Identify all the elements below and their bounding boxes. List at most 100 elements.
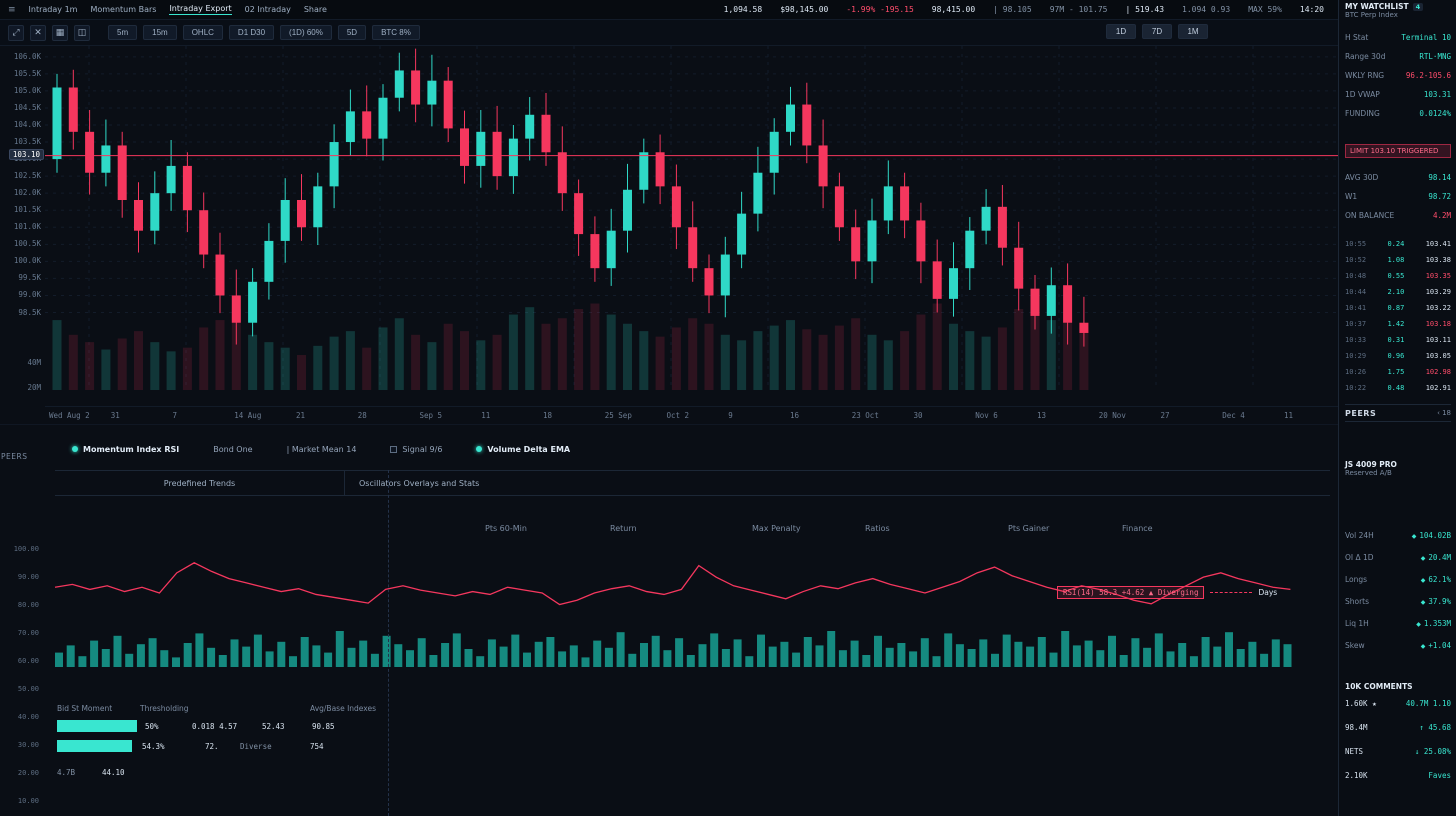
metric-row-0[interactable]: Vol 24H◆104.02B: [1345, 524, 1451, 546]
price-axis[interactable]: 106.0K105.5K105.0K104.5K104.0K103.5K103.…: [0, 46, 45, 408]
tape-row-8[interactable]: 10:261.75102.98: [1345, 364, 1451, 380]
menu-item-0[interactable]: Intraday 1m: [29, 5, 78, 14]
tape-row-1[interactable]: 10:521.08103.38: [1345, 252, 1451, 268]
time-label: 13: [1037, 411, 1046, 420]
tape-price: 103.18: [1426, 320, 1451, 328]
stat-mid-value: 98.72: [1428, 192, 1451, 201]
subtab-oscillators[interactable]: Oscillators Overlays and Stats: [345, 471, 479, 495]
toolbar-button-4[interactable]: (1D) 60%: [280, 25, 332, 40]
column-header-0[interactable]: Pts 60-Min: [485, 524, 527, 533]
metric-label: Longs: [1345, 575, 1367, 584]
toolbar-button-5[interactable]: 5D: [338, 25, 366, 40]
menu-item-4[interactable]: Share: [304, 5, 327, 14]
stat-top-row-2[interactable]: WKLY RNG96.2-105.6: [1345, 66, 1451, 85]
table-cell: 72.: [205, 742, 219, 751]
metric-label: Shorts: [1345, 597, 1369, 606]
table-highlight-cell: [57, 740, 132, 752]
tape-row-9[interactable]: 10:220.48102.91: [1345, 380, 1451, 396]
peers-header[interactable]: PEERS ‹ 18: [1345, 404, 1451, 422]
stat-top-row-3[interactable]: 1D VWAP 103.31: [1345, 85, 1451, 104]
metric-row-2[interactable]: Longs◆62.1%: [1345, 568, 1451, 590]
column-header-1[interactable]: Return: [610, 524, 637, 533]
topbar-stat-2: -1.99% -195.15: [846, 5, 913, 14]
close-icon[interactable]: ✕: [30, 25, 46, 41]
tape-row-7[interactable]: 10:290.96103.05: [1345, 348, 1451, 364]
menu-item-3[interactable]: 02 Intraday: [245, 5, 291, 14]
menu-icon[interactable]: ≡: [8, 5, 16, 15]
toolbar-button-3[interactable]: D1 D30: [229, 25, 274, 40]
stat-mid-row-0[interactable]: AVG 30D98.14: [1345, 168, 1451, 187]
menu-item-2[interactable]: Intraday Export: [169, 4, 231, 15]
layout-icon[interactable]: ◫: [74, 25, 90, 41]
stat-top-label: WKLY RNG: [1345, 71, 1384, 80]
toolbar-button-1[interactable]: 15m: [143, 25, 177, 40]
table-header-2: Avg/Base Indexes: [310, 704, 376, 713]
legend-item-2[interactable]: | Market Mean 14: [287, 445, 357, 454]
metric-row-1[interactable]: OI Δ 1D◆20.4M: [1345, 546, 1451, 568]
risk-title: JS 4009 PRO: [1345, 460, 1451, 469]
tape-row-3[interactable]: 10:442.10103.29: [1345, 284, 1451, 300]
rsi-annotation-box[interactable]: RSI(14) 58.3 +4.62 ▲ Diverging: [1057, 586, 1204, 599]
comment-row-3[interactable]: 2.10KFaves: [1345, 763, 1451, 787]
range-button-1d[interactable]: 1D: [1106, 24, 1136, 39]
legend-dot-icon: [476, 446, 482, 452]
legend-item-1[interactable]: Bond One: [213, 445, 252, 454]
metric-row-3[interactable]: Shorts ◆37.9%: [1345, 590, 1451, 612]
tape-price: 103.35: [1426, 272, 1451, 280]
metric-value: 20.4M: [1428, 553, 1451, 562]
menu-item-1[interactable]: Momentum Bars: [90, 5, 156, 14]
range-button-7d[interactable]: 7D: [1142, 24, 1172, 39]
legend-item-3[interactable]: Signal 9/6: [390, 445, 442, 454]
comment-row-0[interactable]: 1.60K ★40.7M 1.10: [1345, 691, 1451, 715]
fullscreen-icon[interactable]: ⤢: [8, 25, 24, 41]
metric-row-5[interactable]: Skew◆+1.04: [1345, 634, 1451, 656]
toolbar-button-0[interactable]: 5m: [108, 25, 137, 40]
tape-row-4[interactable]: 10:410.87103.22: [1345, 300, 1451, 316]
range-buttons: 1D 7D 1M: [1106, 24, 1208, 39]
column-header-4[interactable]: Pts Gainer: [1008, 524, 1049, 533]
alert-row[interactable]: LIMIT 103.10 TRIGGERED: [1345, 144, 1451, 158]
stat-top-row-0[interactable]: H StatTerminal 10: [1345, 28, 1451, 47]
stat-top-row-1[interactable]: Range 30dRTL·MNG: [1345, 47, 1451, 66]
comment-left: 1.60K ★: [1345, 699, 1377, 708]
time-label: 7: [173, 411, 178, 420]
legend-label: Momentum Index RSI: [83, 445, 179, 454]
range-button-1m[interactable]: 1M: [1178, 24, 1208, 39]
candlestick-chart[interactable]: [45, 46, 1338, 406]
tape-row-2[interactable]: 10:480.55103.35: [1345, 268, 1451, 284]
stat-top-row-4[interactable]: FUNDING0.0124%: [1345, 104, 1451, 123]
grid-icon[interactable]: ▦: [52, 25, 68, 41]
stat-mid-row-2[interactable]: ON BALANCE4.2M: [1345, 206, 1451, 225]
tape-row-5[interactable]: 10:371.42103.18: [1345, 316, 1451, 332]
column-header-3[interactable]: Ratios: [865, 524, 890, 533]
osc-tick-label: 50.00: [18, 685, 39, 693]
comment-row-1[interactable]: 98.4M↑ 45.68: [1345, 715, 1451, 739]
oscillator-chart[interactable]: [45, 545, 1338, 670]
chart-toolbar: ⤢ ✕ ▦ ◫ 5m 15m OHLC D1 D30 (1D) 60% 5D BTC 8% 1D 7…: [0, 20, 1338, 46]
diamond-icon: ◆: [1421, 577, 1426, 584]
price-tick-label: 106.0K: [14, 52, 41, 61]
stat-top-value: 103.31: [1424, 90, 1451, 99]
legend-checkbox[interactable]: [390, 446, 397, 453]
comment-row-2[interactable]: NETS↓ 25.08%: [1345, 739, 1451, 763]
toolbar-button-6[interactable]: BTC 8%: [372, 25, 420, 40]
subtab-predefined-trends[interactable]: Predefined Trends: [55, 471, 345, 495]
legend-item-0[interactable]: Momentum Index RSI: [72, 445, 179, 454]
metric-row-4[interactable]: Liq 1H◆1.353M: [1345, 612, 1451, 634]
tape-row-6[interactable]: 10:330.31103.11: [1345, 332, 1451, 348]
toolbar-button-2[interactable]: OHLC: [183, 25, 223, 40]
tape-row-0[interactable]: 10:550.24103.41: [1345, 236, 1451, 252]
metric-value-group: ◆37.9%: [1421, 597, 1451, 606]
column-header-5[interactable]: Finance: [1122, 524, 1153, 533]
time-label: Oct 2: [667, 411, 690, 420]
metric-label: Vol 24H: [1345, 531, 1374, 540]
stat-mid-row-1[interactable]: W198.72: [1345, 187, 1451, 206]
time-axis[interactable]: Wed Aug 231714 Aug2128Sep 5111825 SepOct…: [45, 406, 1338, 424]
comment-left: 2.10K: [1345, 771, 1368, 780]
legend-item-4[interactable]: Volume Delta EMA: [476, 445, 570, 454]
column-header-2[interactable]: Max Penalty: [752, 524, 801, 533]
stat-top-label: 1D VWAP: [1345, 90, 1380, 99]
topbar-stat-4: | 98.105: [993, 5, 1032, 14]
lower-panel-label: PEERS: [1, 452, 27, 461]
osc-tick-label: 90.00: [18, 573, 39, 581]
